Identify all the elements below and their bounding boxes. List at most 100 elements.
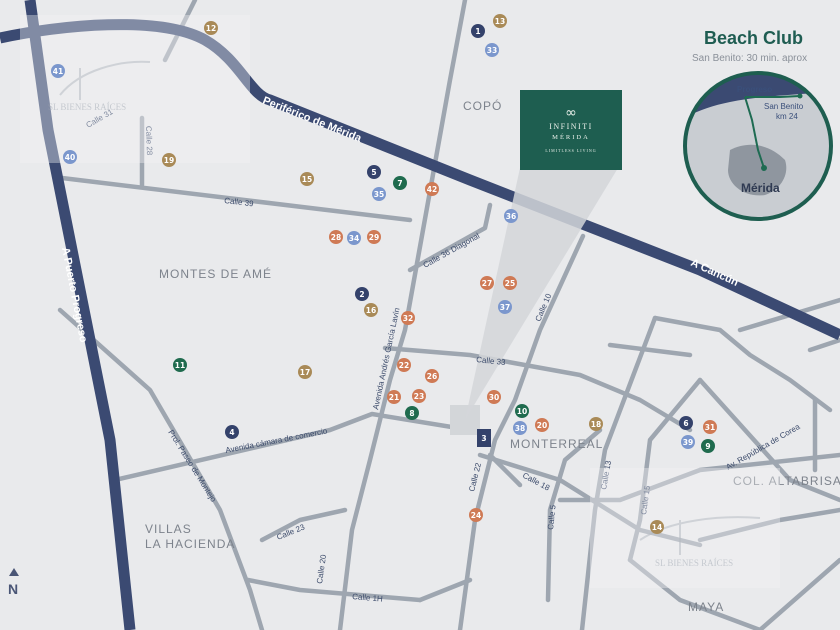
beach-club-subtitle: San Benito: 30 min. aprox xyxy=(692,53,807,64)
poi-marker: 32 xyxy=(401,311,415,325)
beach-club-title: Beach Club xyxy=(704,28,803,48)
neighborhood-maya: MAYA xyxy=(688,600,724,614)
poi-marker-number: 3 xyxy=(481,434,486,443)
infiniti-brand-box: ∞ INFINITI MÉRIDA LIMITLESS LIVING xyxy=(520,90,622,170)
poi-marker: 30 xyxy=(487,390,501,404)
poi-marker: 21 xyxy=(387,390,401,404)
poi-marker-number: 12 xyxy=(206,24,216,33)
poi-marker: 37 xyxy=(498,300,512,314)
poi-marker: 7 xyxy=(393,176,407,190)
poi-marker: 16 xyxy=(364,303,378,317)
inset-merida-label: Mérida xyxy=(741,181,780,195)
poi-marker-number: 29 xyxy=(369,233,379,242)
poi-marker: 40 xyxy=(63,150,77,164)
poi-marker-number: 24 xyxy=(471,511,481,520)
poi-marker: 28 xyxy=(329,230,343,244)
poi-marker-number: 39 xyxy=(683,438,693,447)
poi-marker-number: 31 xyxy=(705,423,715,432)
poi-marker: 34 xyxy=(347,231,361,245)
poi-marker-number: 23 xyxy=(414,392,424,401)
poi-marker-number: 11 xyxy=(175,361,185,370)
neighborhood-monterreal: MONTERREAL xyxy=(510,437,603,451)
poi-marker: 4 xyxy=(225,425,239,439)
poi-marker-number: 16 xyxy=(366,306,376,315)
poi-marker-number: 20 xyxy=(537,421,547,430)
poi-marker-number: 14 xyxy=(652,523,662,532)
poi-marker-number: 5 xyxy=(371,168,376,177)
poi-marker-number: 38 xyxy=(515,424,525,433)
poi-marker-number: 9 xyxy=(705,442,710,451)
poi-marker: 22 xyxy=(397,358,411,372)
poi-marker: 14 xyxy=(650,520,664,534)
poi-marker: 38 xyxy=(513,421,527,435)
poi-marker: 3 xyxy=(477,429,491,447)
poi-marker-number: 33 xyxy=(487,46,497,55)
poi-marker-number: 41 xyxy=(53,67,63,76)
watermark-text-2: SL BIENES RAÍCES xyxy=(655,558,733,568)
poi-marker-number: 35 xyxy=(374,190,384,199)
poi-marker-number: 27 xyxy=(482,279,492,288)
poi-marker-number: 18 xyxy=(591,420,601,429)
poi-marker: 8 xyxy=(405,406,419,420)
poi-marker-number: 4 xyxy=(229,428,234,437)
poi-marker-number: 10 xyxy=(517,407,527,416)
neighborhood-villas: VILLAS xyxy=(145,522,192,536)
poi-marker: 27 xyxy=(480,276,494,290)
poi-marker: 17 xyxy=(298,365,312,379)
poi-marker-number: 40 xyxy=(65,153,75,162)
poi-marker-number: 17 xyxy=(300,368,310,377)
poi-marker: 33 xyxy=(485,43,499,57)
poi-marker-number: 7 xyxy=(397,179,402,188)
poi-marker: 1 xyxy=(471,24,485,38)
poi-marker: 11 xyxy=(173,358,187,372)
inset-sanbenito-label: San Benito xyxy=(764,102,804,111)
poi-marker-number: 13 xyxy=(495,17,505,26)
poi-marker: 31 xyxy=(703,420,717,434)
poi-marker-number: 32 xyxy=(403,314,413,323)
poi-marker: 35 xyxy=(372,187,386,201)
poi-marker-number: 37 xyxy=(500,303,510,312)
brand-city: MÉRIDA xyxy=(552,133,590,141)
poi-marker: 20 xyxy=(535,418,549,432)
poi-marker-number: 15 xyxy=(302,175,312,184)
poi-marker: 12 xyxy=(204,21,218,35)
poi-marker: 25 xyxy=(503,276,517,290)
poi-marker-number: 2 xyxy=(359,290,364,299)
poi-marker: 36 xyxy=(504,209,518,223)
area-map: Periférico de Mérida A Cancún A Puerto P… xyxy=(0,0,840,630)
inset-km-label: km 24 xyxy=(776,112,798,121)
north-label: N xyxy=(8,581,18,597)
brand-name: INFINITI xyxy=(549,122,593,131)
poi-marker-number: 6 xyxy=(683,419,688,428)
watermark-bottom-right: SL BIENES RAÍCES xyxy=(590,468,780,588)
poi-marker: 39 xyxy=(681,435,695,449)
poi-marker-number: 1 xyxy=(475,27,480,36)
poi-marker: 9 xyxy=(701,439,715,453)
poi-marker-number: 19 xyxy=(164,156,174,165)
neighborhood-copo: COPÓ xyxy=(463,98,502,113)
poi-marker: 29 xyxy=(367,230,381,244)
poi-marker-number: 25 xyxy=(505,279,515,288)
poi-marker-number: 26 xyxy=(427,372,437,381)
inset-progreso-label: Progreso xyxy=(737,85,772,94)
poi-marker: 26 xyxy=(425,369,439,383)
poi-marker: 23 xyxy=(412,389,426,403)
poi-marker: 42 xyxy=(425,182,439,196)
poi-marker-number: 30 xyxy=(489,393,499,402)
poi-marker: 15 xyxy=(300,172,314,186)
neighborhood-montes: MONTES DE AMÉ xyxy=(159,266,272,281)
poi-marker: 41 xyxy=(51,64,65,78)
poi-marker: 19 xyxy=(162,153,176,167)
neighborhood-hacienda: LA HACIENDA xyxy=(145,537,235,551)
poi-marker-number: 21 xyxy=(389,393,399,402)
poi-marker-number: 42 xyxy=(427,185,437,194)
poi-marker: 13 xyxy=(493,14,507,28)
poi-marker-number: 34 xyxy=(349,234,359,243)
poi-marker: 18 xyxy=(589,417,603,431)
poi-marker: 24 xyxy=(469,508,483,522)
watermark-text-1: SL BIENES RAÍCES xyxy=(48,102,126,112)
poi-marker-number: 28 xyxy=(331,233,341,242)
poi-marker-number: 22 xyxy=(399,361,409,370)
watermark-top-left: SL BIENES RAÍCES xyxy=(20,15,250,163)
infinity-icon: ∞ xyxy=(565,105,577,121)
